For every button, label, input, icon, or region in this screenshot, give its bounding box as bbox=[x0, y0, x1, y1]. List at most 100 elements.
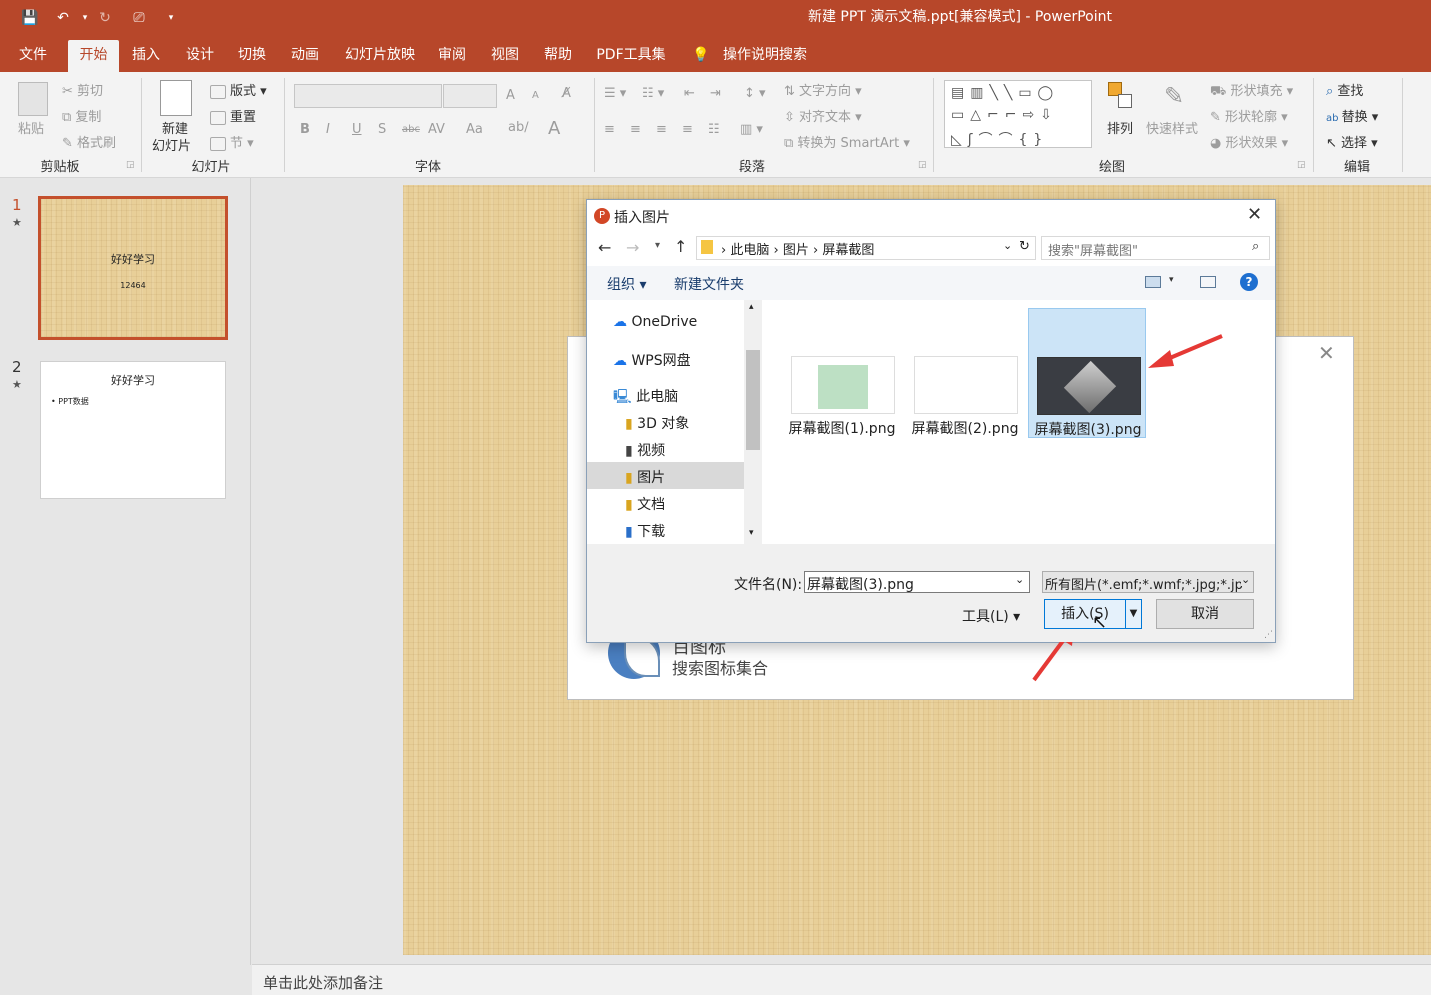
search-input[interactable]: 搜索"屏幕截图" bbox=[1048, 240, 1138, 259]
tab-file[interactable]: 文件 bbox=[8, 40, 58, 72]
filetype-select[interactable]: 所有图片(*.emf;*.wmf;*.jpg;*.jp ⌄ bbox=[1042, 571, 1254, 593]
redo-icon[interactable]: ↻ bbox=[92, 6, 118, 30]
font-size-combo[interactable] bbox=[443, 84, 497, 108]
shapes-gallery[interactable]: ▤▥╲╲▭◯ ▭△⌐⌐⇨⇩ ◺ʃ⌒⌒{} bbox=[944, 80, 1092, 148]
notes-pane[interactable]: 单击此处添加备注 bbox=[252, 964, 1431, 995]
nav-item-this-pc[interactable]: 🖳 此电脑 bbox=[613, 386, 678, 410]
new-slide-icon[interactable] bbox=[160, 80, 192, 116]
grow-font-button[interactable]: A bbox=[506, 88, 515, 103]
address-bar[interactable]: › 此电脑 › 图片 › 屏幕截图 ⌄ ↻ bbox=[696, 236, 1036, 260]
paragraph-launcher-icon[interactable]: ◲ bbox=[918, 160, 927, 170]
select-button[interactable]: ↖ 选择 ▾ bbox=[1326, 132, 1378, 151]
close-icon[interactable]: ✕ bbox=[1247, 204, 1262, 225]
slide-thumbnail-1[interactable]: 好好学习 12464 bbox=[38, 196, 228, 340]
convert-smartart-button[interactable]: ⧉ 转换为 SmartArt ▾ bbox=[784, 132, 910, 151]
shape-outline-button[interactable]: ✎ 形状轮廓 ▾ bbox=[1210, 106, 1288, 125]
increase-indent-icon[interactable]: ⇥ bbox=[710, 86, 721, 101]
scroll-up-icon[interactable]: ▴ bbox=[749, 302, 754, 312]
cancel-button[interactable]: 取消 bbox=[1156, 599, 1254, 629]
insert-button[interactable]: 插入(S) bbox=[1044, 599, 1126, 629]
bullets-icon[interactable]: ☰ ▾ bbox=[604, 86, 626, 101]
align-left-icon[interactable]: ≡ bbox=[604, 122, 615, 137]
back-arrow-icon[interactable]: ← bbox=[598, 238, 611, 257]
find-button[interactable]: ⌕ 查找 bbox=[1326, 80, 1363, 99]
file-item[interactable]: 屏幕截图(1).png bbox=[783, 308, 901, 438]
tab-home[interactable]: 开始 bbox=[68, 40, 119, 72]
distributed-icon[interactable]: ☷ bbox=[708, 122, 720, 137]
save-icon[interactable]: 💾 bbox=[17, 6, 43, 30]
forward-arrow-icon[interactable]: → bbox=[626, 238, 639, 257]
align-text-button[interactable]: ⇳ 对齐文本 ▾ bbox=[784, 106, 862, 125]
up-arrow-icon[interactable]: ↑ bbox=[674, 237, 687, 256]
nav-item-3d-objects[interactable]: ▮ 3D 对象 bbox=[625, 413, 689, 433]
filename-field[interactable]: 屏幕截图(3).png ⌄ bbox=[804, 571, 1030, 593]
format-painter-button[interactable]: ✎ 格式刷 bbox=[62, 132, 116, 151]
new-folder-button[interactable]: 新建文件夹 bbox=[674, 274, 744, 294]
quick-styles-button[interactable]: 快速样式 bbox=[1146, 118, 1198, 137]
customize-qat-icon[interactable]: ▾ bbox=[158, 6, 184, 30]
tab-animations[interactable]: 动画 bbox=[283, 40, 327, 72]
section-button[interactable]: 节 ▾ bbox=[210, 132, 254, 151]
scroll-down-icon[interactable]: ▾ bbox=[749, 528, 754, 538]
presentation-icon[interactable]: ⎚ bbox=[126, 6, 152, 30]
italic-button[interactable]: I bbox=[326, 122, 330, 137]
shape-fill-button[interactable]: ⛟ 形状填充 ▾ bbox=[1210, 80, 1293, 101]
view-options-icon[interactable] bbox=[1145, 276, 1161, 288]
copy-button[interactable]: ⧉ 复制 bbox=[62, 106, 101, 125]
file-item-selected[interactable]: 屏幕截图(3).png bbox=[1028, 308, 1146, 438]
tell-me-search[interactable]: 操作说明搜索 bbox=[718, 40, 812, 72]
shrink-font-button[interactable]: A bbox=[532, 90, 539, 101]
resize-grip-icon[interactable]: ⋰ bbox=[1264, 630, 1273, 640]
replace-button[interactable]: ab 替换 ▾ bbox=[1326, 106, 1378, 125]
font-color-button[interactable]: A bbox=[548, 118, 560, 139]
nav-item-pictures[interactable]: ▮ 图片 bbox=[587, 462, 744, 489]
columns-icon[interactable]: ▥ ▾ bbox=[740, 122, 763, 137]
nav-item-wps-drive[interactable]: ☁ WPS网盘 bbox=[613, 350, 691, 370]
refresh-icon[interactable]: ↻ bbox=[1019, 239, 1030, 254]
arrange-button[interactable]: 排列 bbox=[1107, 118, 1133, 137]
justify-icon[interactable]: ≡ bbox=[682, 122, 693, 137]
bold-button[interactable]: B bbox=[300, 122, 310, 137]
preview-pane-icon[interactable] bbox=[1200, 276, 1216, 288]
new-slide-button[interactable]: 幻灯片 bbox=[152, 135, 191, 154]
char-spacing-button[interactable]: AV bbox=[428, 122, 445, 137]
clipboard-launcher-icon[interactable]: ◲ bbox=[126, 160, 135, 170]
align-center-icon[interactable]: ≡ bbox=[630, 122, 641, 137]
quick-styles-icon[interactable]: ✎ bbox=[1164, 82, 1184, 110]
search-box[interactable]: 搜索"屏幕截图" ⌕ bbox=[1041, 236, 1270, 260]
file-item[interactable]: 屏幕截图(2).png bbox=[906, 308, 1024, 438]
clear-format-icon[interactable]: A̸ bbox=[562, 86, 571, 101]
nav-scrollbar[interactable]: ▴ ▾ bbox=[744, 300, 762, 544]
help-icon[interactable]: ? bbox=[1240, 273, 1258, 291]
tab-transitions[interactable]: 切换 bbox=[230, 40, 274, 72]
recent-locations-icon[interactable]: ▾ bbox=[655, 240, 660, 251]
tab-design[interactable]: 设计 bbox=[178, 40, 222, 72]
line-spacing-icon[interactable]: ↕ ▾ bbox=[744, 86, 766, 101]
tab-insert[interactable]: 插入 bbox=[124, 40, 168, 72]
breadcrumb-item[interactable]: 屏幕截图 bbox=[822, 243, 874, 258]
shape-effects-button[interactable]: ◕ 形状效果 ▾ bbox=[1210, 132, 1288, 151]
close-icon[interactable]: ✕ bbox=[1318, 341, 1335, 365]
nav-item-documents[interactable]: ▮ 文档 bbox=[625, 494, 665, 514]
insert-dropdown-icon[interactable]: ▼ bbox=[1125, 599, 1142, 629]
numbering-icon[interactable]: ☷ ▾ bbox=[642, 86, 664, 101]
change-case-button[interactable]: Aa bbox=[466, 122, 483, 137]
search-icon[interactable]: ⌕ bbox=[1252, 239, 1259, 254]
slide-thumbnail-2[interactable]: 好好学习 • PPT数据 bbox=[40, 361, 226, 499]
cut-button[interactable]: ✂ 剪切 bbox=[62, 80, 103, 99]
nav-item-onedrive[interactable]: ☁ OneDrive bbox=[613, 314, 697, 330]
reset-button[interactable]: 重置 bbox=[210, 106, 256, 125]
nav-item-downloads[interactable]: ▮ 下载 bbox=[625, 521, 665, 541]
paste-icon[interactable] bbox=[18, 82, 48, 116]
underline-button[interactable]: U bbox=[352, 122, 362, 137]
view-dropdown-icon[interactable]: ▾ bbox=[1169, 275, 1174, 285]
tab-slideshow[interactable]: 幻灯片放映 bbox=[338, 40, 422, 72]
breadcrumb-item[interactable]: 此电脑 bbox=[730, 243, 769, 258]
align-right-icon[interactable]: ≡ bbox=[656, 122, 667, 137]
decrease-indent-icon[interactable]: ⇤ bbox=[684, 86, 695, 101]
shadow-button[interactable]: S bbox=[378, 122, 386, 137]
tab-help[interactable]: 帮助 bbox=[536, 40, 580, 72]
tab-view[interactable]: 视图 bbox=[483, 40, 527, 72]
chevron-down-icon[interactable]: ⌄ bbox=[1003, 239, 1012, 252]
scroll-thumb[interactable] bbox=[746, 350, 760, 450]
